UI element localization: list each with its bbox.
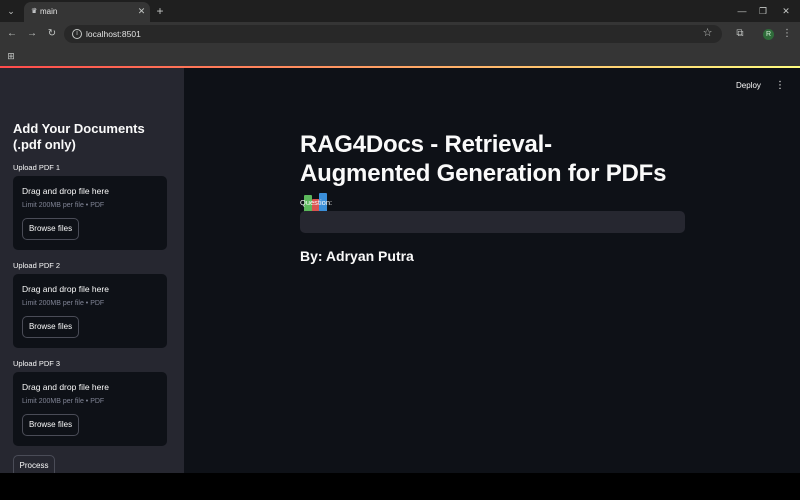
upload-label-3: Upload PDF 3	[13, 359, 61, 368]
dropzone-limit: Limit 200MB per file • PDF	[22, 202, 105, 209]
bookmarks-bar: ⊞	[0, 46, 800, 66]
new-tab-icon[interactable]: +	[153, 4, 167, 18]
tab-title: main	[40, 7, 58, 16]
dropzone-limit: Limit 200MB per file • PDF	[22, 398, 105, 405]
streamlit-favicon-icon: ♛	[31, 8, 38, 15]
browse-files-button-2[interactable]: Browse files	[22, 316, 79, 338]
app-menu-icon[interactable]: ⋮	[774, 79, 786, 92]
dropzone-limit: Limit 200MB per file • PDF	[22, 300, 105, 307]
dropzone-1[interactable]: Drag and drop file here Limit 200MB per …	[13, 176, 167, 250]
dropzone-text: Drag and drop file here	[22, 382, 109, 392]
browse-files-button-1[interactable]: Browse files	[22, 218, 79, 240]
extensions-icon[interactable]: ⧉	[733, 27, 747, 41]
window-close-icon[interactable]: ✕	[779, 4, 793, 18]
sidebar: Add Your Documents (.pdf only) Upload PD…	[0, 68, 184, 473]
dropzone-3[interactable]: Drag and drop file here Limit 200MB per …	[13, 372, 167, 446]
browse-files-button-3[interactable]: Browse files	[22, 414, 79, 436]
apps-grid-icon[interactable]: ⊞	[6, 51, 16, 61]
forward-icon[interactable]: →	[25, 27, 39, 41]
app-body: Add Your Documents (.pdf only) Upload PD…	[0, 68, 800, 500]
upload-label-1: Upload PDF 1	[13, 163, 61, 172]
site-info-icon[interactable]: i	[72, 29, 82, 39]
page-title-text: RAG4Docs - Retrieval-Augmented Generatio…	[300, 131, 667, 187]
browser-menu-icon[interactable]: ⋮	[781, 27, 793, 41]
bookmark-star-icon[interactable]: ☆	[701, 27, 714, 40]
page-title: RAG4Docs - Retrieval-Augmented Generatio…	[300, 130, 680, 217]
reload-icon[interactable]: ↻	[45, 27, 59, 41]
back-icon[interactable]: ←	[5, 27, 19, 41]
tab-search-icon[interactable]: ⌄	[4, 4, 18, 18]
sidebar-title: Add Your Documents (.pdf only)	[13, 121, 145, 152]
minimize-icon[interactable]: —	[735, 4, 749, 18]
question-input[interactable]	[300, 211, 685, 233]
browser-toolbar: ← → ↻ i localhost:8501 ☆	[0, 22, 800, 46]
tab-close-icon[interactable]: ✕	[136, 6, 147, 17]
restore-icon[interactable]: ❐	[756, 4, 770, 18]
author-byline: By: Adryan Putra	[300, 248, 414, 264]
url-text[interactable]: localhost:8501	[86, 28, 141, 40]
browser-tabstrip: ⌄ ♛ main ✕ + — ❐ ✕	[0, 0, 800, 22]
address-bar[interactable]: i localhost:8501 ☆	[64, 25, 722, 43]
upload-label-2: Upload PDF 2	[13, 261, 61, 270]
screen-bottom-strip	[0, 473, 800, 500]
process-button[interactable]: Process	[13, 455, 55, 473]
question-label: Question:	[300, 198, 333, 207]
dropzone-text: Drag and drop file here	[22, 284, 109, 294]
dropzone-text: Drag and drop file here	[22, 186, 109, 196]
browser-tab[interactable]: ♛ main ✕	[24, 2, 150, 22]
deploy-button[interactable]: Deploy	[736, 80, 761, 91]
profile-avatar[interactable]: R	[763, 29, 774, 40]
dropzone-2[interactable]: Drag and drop file here Limit 200MB per …	[13, 274, 167, 348]
